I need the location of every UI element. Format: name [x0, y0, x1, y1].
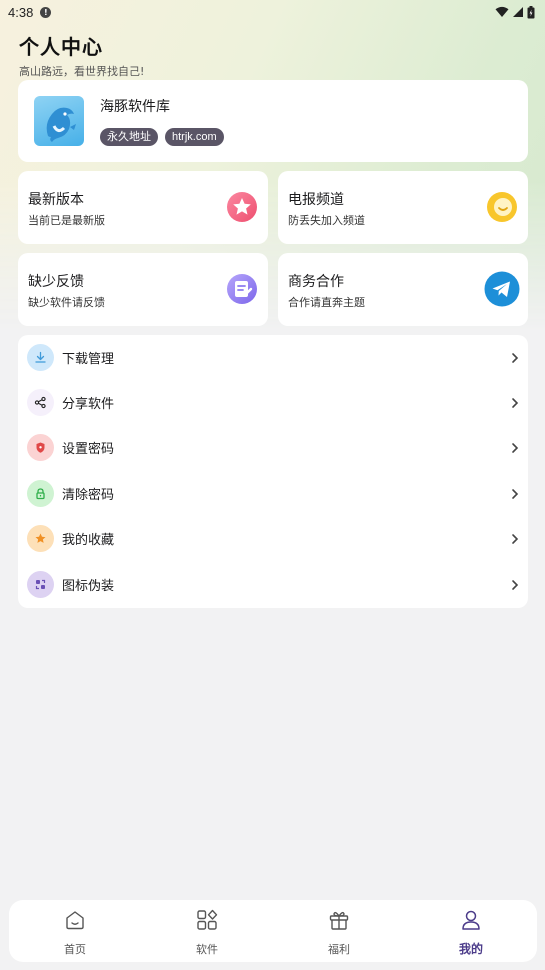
alert-icon: !	[40, 6, 52, 18]
grid-subtitle: 当前已是最新版	[28, 214, 105, 227]
menu-item-clear-password[interactable]: 清除密码	[18, 471, 528, 516]
menu-label: 分享软件	[62, 397, 115, 412]
gift-icon	[329, 911, 349, 930]
swap-icon	[27, 571, 54, 598]
nav-label: 我的	[458, 942, 483, 956]
page-title: 个人中心	[19, 35, 103, 59]
battery-icon	[527, 5, 535, 18]
page-subtitle: 高山路远，看世界找自己!	[19, 65, 145, 78]
lock-icon	[27, 480, 54, 507]
download-icon	[27, 344, 54, 371]
business-cooperation-card[interactable]: 商务合作 合作请直奔主题	[278, 253, 528, 326]
chevron-right-icon	[512, 533, 519, 544]
star-icon	[27, 525, 54, 552]
grid-title: 缺少反馈	[28, 274, 84, 290]
status-bar: 4:38 !	[0, 0, 545, 24]
grid-subtitle: 防丢失加入频道	[288, 214, 365, 227]
menu-item-set-password[interactable]: 设置密码	[18, 425, 528, 470]
nav-software[interactable]: 软件	[141, 900, 273, 962]
chevron-right-icon	[512, 579, 519, 590]
bottom-navigation: 首页 软件 福利 我的	[9, 900, 537, 962]
telegram-channel-card[interactable]: 电报频道 防丢失加入频道	[278, 171, 528, 244]
settings-menu: 下载管理 分享软件 设置密码 清除密码 我的收藏 图标伪装	[18, 335, 528, 608]
menu-item-download-manager[interactable]: 下载管理	[18, 335, 528, 380]
apps-icon	[197, 909, 218, 930]
grid-subtitle: 合作请直奔主题	[288, 296, 365, 309]
nav-label: 软件	[196, 943, 218, 956]
latest-version-card[interactable]: 最新版本 当前已是最新版	[18, 171, 268, 244]
share-icon	[27, 389, 54, 416]
chevron-right-icon	[512, 442, 519, 453]
dolphin-avatar	[34, 96, 84, 146]
menu-label: 我的收藏	[62, 533, 115, 548]
chat-bubble-icon	[487, 192, 517, 222]
profile-tags: 永久地址 htrjk.com	[100, 128, 224, 146]
grid-title: 电报频道	[288, 192, 344, 208]
menu-item-icon-disguise[interactable]: 图标伪装	[18, 562, 528, 607]
star-icon	[227, 192, 257, 222]
menu-item-share-software[interactable]: 分享软件	[18, 380, 528, 425]
nav-home[interactable]: 首页	[9, 900, 141, 962]
telegram-icon	[484, 271, 520, 307]
menu-label: 清除密码	[62, 488, 115, 503]
shield-icon	[27, 434, 54, 461]
nav-label: 首页	[64, 943, 86, 956]
user-icon	[462, 910, 480, 930]
feedback-card[interactable]: 缺少反馈 缺少软件请反馈	[18, 253, 268, 326]
tag-domain[interactable]: htrjk.com	[165, 128, 224, 146]
chevron-right-icon	[512, 352, 519, 363]
nav-label: 福利	[328, 943, 350, 956]
menu-label: 下载管理	[62, 352, 115, 367]
status-icons	[495, 5, 535, 19]
signal-icon	[513, 7, 523, 17]
profile-card[interactable]: 海豚软件库 永久地址 htrjk.com	[18, 80, 528, 162]
page-header: 个人中心 高山路远，看世界找自己!	[19, 31, 144, 79]
tag-permanent-address[interactable]: 永久地址	[100, 128, 158, 146]
status-time: 4:38	[8, 4, 34, 20]
chevron-right-icon	[512, 488, 519, 499]
grid-title: 最新版本	[28, 192, 84, 208]
home-icon	[66, 911, 84, 930]
grid-title: 商务合作	[288, 274, 344, 290]
profile-name: 海豚软件库	[100, 99, 170, 115]
chevron-right-icon	[512, 397, 519, 408]
nav-welfare[interactable]: 福利	[273, 900, 405, 962]
feedback-note-icon	[227, 274, 257, 304]
wifi-icon	[495, 6, 509, 17]
menu-label: 图标伪装	[62, 579, 115, 594]
grid-subtitle: 缺少软件请反馈	[28, 296, 105, 309]
nav-mine[interactable]: 我的	[405, 900, 537, 962]
menu-label: 设置密码	[62, 442, 115, 457]
menu-item-my-favorites[interactable]: 我的收藏	[18, 516, 528, 561]
